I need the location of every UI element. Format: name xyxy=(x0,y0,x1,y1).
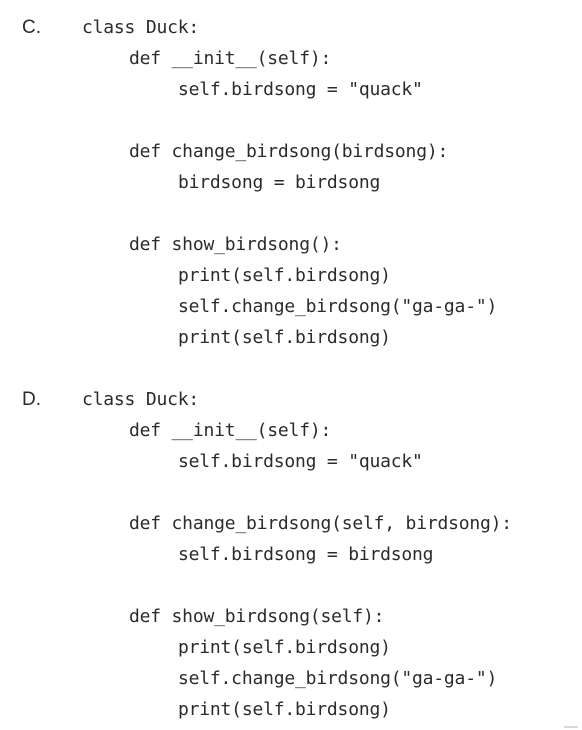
code-line: def change_birdsong(self, birdsong): xyxy=(129,513,512,534)
code-line: self.change_birdsong("ga-ga-") xyxy=(178,296,498,317)
option-letter: D. xyxy=(22,389,41,410)
code-line: self.birdsong = "quack" xyxy=(178,79,423,100)
code-line: self.change_birdsong("ga-ga-") xyxy=(178,668,498,689)
code-line: print(self.birdsong) xyxy=(178,699,391,720)
code-line: self.birdsong = birdsong xyxy=(178,544,434,565)
code-line: def show_birdsong(): xyxy=(129,234,342,255)
code-line: def show_birdsong(self): xyxy=(129,606,385,627)
code-line: print(self.birdsong) xyxy=(178,265,391,286)
code-line: def __init__(self): xyxy=(129,48,332,69)
code-line: def change_birdsong(birdsong): xyxy=(129,141,449,162)
code-line: print(self.birdsong) xyxy=(178,637,391,658)
option-letter: C. xyxy=(22,17,41,38)
code-line: birdsong = birdsong xyxy=(178,172,381,193)
code-line: def __init__(self): xyxy=(129,420,332,441)
code-line: print(self.birdsong) xyxy=(178,327,391,348)
code-line: class Duck: xyxy=(82,17,200,38)
code-line: class Duck: xyxy=(82,389,200,410)
corner-divider xyxy=(564,726,578,728)
code-line: self.birdsong = "quack" xyxy=(178,451,423,472)
